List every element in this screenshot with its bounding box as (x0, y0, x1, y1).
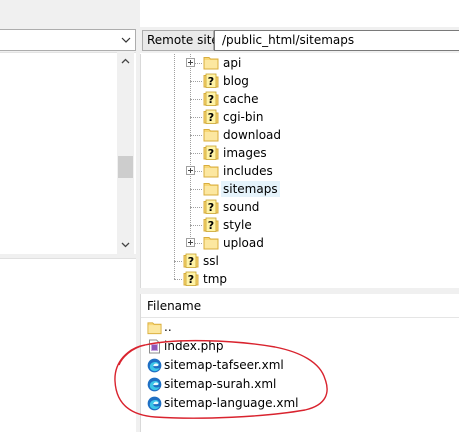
tree-item-label: style (223, 218, 252, 232)
tree-connector (174, 279, 182, 280)
file-row[interactable]: sitemap-language.xml (145, 394, 455, 413)
tree-connector (190, 81, 202, 82)
local-site-pane (0, 0, 138, 432)
edge-file-icon (147, 358, 162, 373)
tree-item-ssl[interactable]: ssl (141, 252, 459, 270)
folder-icon (203, 235, 219, 250)
folder-icon (203, 163, 219, 178)
folder-unknown-icon (203, 145, 219, 160)
local-path-combobox[interactable] (0, 29, 136, 51)
tree-connector (190, 189, 202, 190)
remote-site-label: Remote site: (142, 30, 223, 51)
tree-item-api[interactable]: api (141, 54, 459, 72)
remote-directory-tree[interactable]: api blog cache cgi-bin download images include… (140, 54, 459, 288)
folder-unknown-icon (203, 109, 219, 124)
expand-icon[interactable] (186, 238, 195, 247)
file-name: .. (164, 320, 172, 334)
tree-item-cgi-bin[interactable]: cgi-bin (141, 108, 459, 126)
tree-item-label: api (223, 56, 242, 70)
file-row[interactable]: index.php (145, 337, 455, 356)
tree-item-sitemaps[interactable]: sitemaps (141, 180, 459, 198)
chevron-down-icon[interactable] (120, 33, 132, 47)
tree-item-label: includes (223, 164, 273, 178)
folder-icon (203, 181, 219, 196)
tree-item-cache[interactable]: cache (141, 90, 459, 108)
tree-connector (190, 135, 202, 136)
folder-unknown-icon (203, 73, 219, 88)
tree-item-label: cache (223, 92, 259, 106)
php-file-icon (147, 339, 162, 354)
scroll-down-arrow-icon[interactable] (119, 238, 132, 251)
tree-item-download[interactable]: download (141, 126, 459, 144)
file-name: sitemap-language.xml (164, 396, 299, 410)
folder-unknown-icon (203, 91, 219, 106)
local-file-list[interactable] (0, 259, 138, 432)
local-tree-scrollbar[interactable] (117, 52, 134, 254)
tree-item-label: cgi-bin (223, 110, 264, 124)
filename-column-header[interactable]: Filename (141, 294, 459, 318)
scroll-up-arrow-icon[interactable] (119, 55, 132, 68)
file-name: index.php (164, 339, 224, 353)
tree-item-label: sound (223, 200, 260, 214)
tree-connector (190, 207, 202, 208)
remote-file-list[interactable]: Filename .. index.php sitemap-tafseer.xml s… (140, 294, 459, 432)
tree-item-images[interactable]: images (141, 144, 459, 162)
file-name: sitemap-surah.xml (164, 377, 277, 391)
edge-file-icon (147, 396, 162, 411)
tree-item-label: download (223, 128, 282, 142)
remote-site-bar: Remote site: /public_html/sitemaps (140, 27, 459, 53)
remote-path-input[interactable]: /public_html/sitemaps (214, 30, 459, 51)
tree-connector (174, 261, 182, 262)
folder-unknown-icon (203, 217, 219, 232)
tree-item-upload[interactable]: upload (141, 234, 459, 252)
file-row[interactable]: sitemap-surah.xml (145, 375, 455, 394)
folder-icon (203, 127, 219, 142)
expand-icon[interactable] (186, 166, 195, 175)
tree-item-blog[interactable]: blog (141, 72, 459, 90)
file-row[interactable]: sitemap-tafseer.xml (145, 356, 455, 375)
tree-connector (190, 225, 202, 226)
folder-unknown-icon (183, 253, 199, 268)
tree-item-label: images (223, 146, 267, 160)
edge-file-icon (147, 377, 162, 392)
scrollbar-thumb[interactable] (118, 156, 133, 178)
tree-item-style[interactable]: style (141, 216, 459, 234)
filename-column-label: Filename (147, 299, 202, 313)
tree-item-tmp[interactable]: tmp (141, 270, 459, 288)
tree-item-label: blog (223, 74, 249, 88)
file-name: sitemap-tafseer.xml (164, 358, 284, 372)
folder-unknown-icon (183, 271, 199, 286)
tree-item-label: upload (223, 236, 264, 250)
tree-connector (190, 117, 202, 118)
tree-item-label: sitemaps (221, 181, 280, 197)
folder-unknown-icon (203, 199, 219, 214)
local-directory-tree[interactable] (0, 52, 136, 254)
expand-icon[interactable] (186, 58, 195, 67)
tree-item-label: tmp (203, 272, 228, 286)
tree-item-sound[interactable]: sound (141, 198, 459, 216)
tree-connector (190, 153, 202, 154)
tree-item-includes[interactable]: includes (141, 162, 459, 180)
file-row[interactable]: .. (145, 318, 455, 337)
folder-icon (147, 320, 162, 335)
tree-item-label: ssl (203, 254, 219, 268)
folder-icon (203, 55, 219, 70)
tree-connector (190, 99, 202, 100)
